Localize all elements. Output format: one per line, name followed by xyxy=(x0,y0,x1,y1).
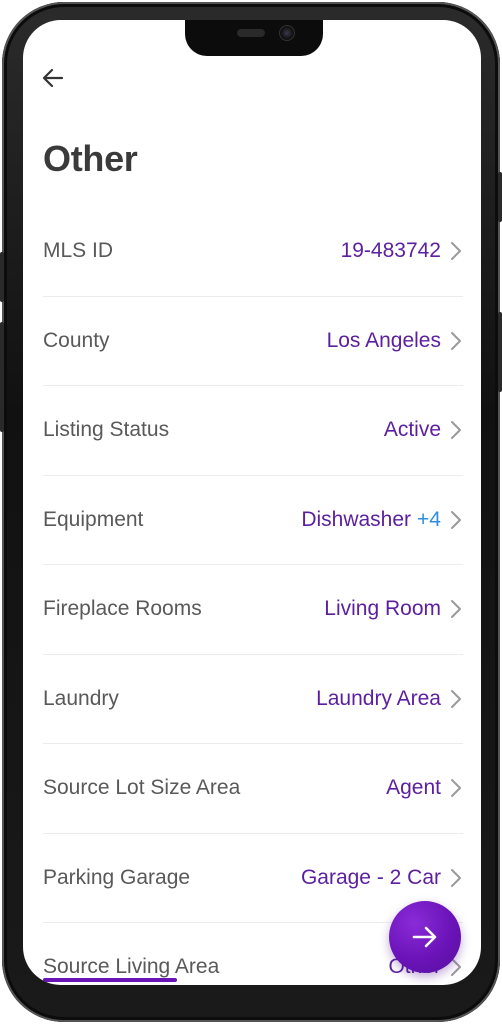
item-value: Active xyxy=(383,418,441,442)
chevron-right-icon xyxy=(451,689,461,708)
chevron-right-icon xyxy=(451,510,461,529)
item-label: MLS ID xyxy=(43,239,114,263)
item-label: County xyxy=(43,328,110,352)
list-item-mls-id[interactable]: MLS ID 19-483742 xyxy=(43,207,463,297)
back-button[interactable] xyxy=(37,62,69,94)
earpiece-speaker xyxy=(237,29,265,37)
chevron-right-icon xyxy=(451,868,461,887)
list-item-fireplace-rooms[interactable]: Fireplace Rooms Living Room xyxy=(43,565,463,655)
list-item-listing-status[interactable]: Listing Status Active xyxy=(43,386,463,476)
item-value: Los Angeles xyxy=(326,328,441,352)
volume-button xyxy=(0,252,4,302)
item-value: Living Room xyxy=(324,597,441,621)
power-button xyxy=(498,312,502,392)
item-label: Listing Status xyxy=(43,418,170,442)
item-value: Agent xyxy=(386,776,441,800)
screen: Other MLS ID 19-483742 County Los Angele… xyxy=(23,20,481,985)
item-label: Parking Garage xyxy=(43,865,191,889)
item-label: Source Living Area xyxy=(43,955,220,979)
item-label: Fireplace Rooms xyxy=(43,597,202,621)
item-value-main: Dishwasher xyxy=(301,507,412,531)
item-label: Equipment xyxy=(43,507,144,531)
list-item-county[interactable]: County Los Angeles xyxy=(43,297,463,386)
item-label: Source Lot Size Area xyxy=(43,776,241,800)
scroll-indicator xyxy=(43,978,177,982)
front-camera xyxy=(279,25,295,41)
volume-rocker xyxy=(0,322,4,432)
arrow-left-icon xyxy=(42,68,64,88)
list-item-source-lot-size-area[interactable]: Source Lot Size Area Agent xyxy=(43,744,463,834)
item-value: 19-483742 xyxy=(340,239,441,263)
chevron-right-icon xyxy=(451,421,461,440)
chevron-right-icon xyxy=(451,779,461,798)
page-title: Other xyxy=(43,138,138,179)
details-list: MLS ID 19-483742 County Los Angeles List… xyxy=(43,207,463,985)
chevron-right-icon xyxy=(451,600,461,619)
chevron-right-icon xyxy=(451,331,461,350)
more-count-badge: +4 xyxy=(417,507,441,531)
arrow-right-icon xyxy=(412,926,437,948)
next-button[interactable] xyxy=(389,901,461,973)
chevron-right-icon xyxy=(451,242,461,261)
list-item-equipment[interactable]: Equipment Dishwasher +4 xyxy=(43,476,463,565)
item-label: Laundry xyxy=(43,686,119,710)
item-value: Garage - 2 Car xyxy=(300,865,441,889)
item-value: Dishwasher +4 xyxy=(301,508,441,532)
alert-slider xyxy=(498,172,502,222)
notch xyxy=(185,20,323,56)
item-value: Laundry Area xyxy=(316,686,441,710)
list-item-laundry[interactable]: Laundry Laundry Area xyxy=(43,655,463,744)
phone-frame: Other MLS ID 19-483742 County Los Angele… xyxy=(0,2,502,1022)
